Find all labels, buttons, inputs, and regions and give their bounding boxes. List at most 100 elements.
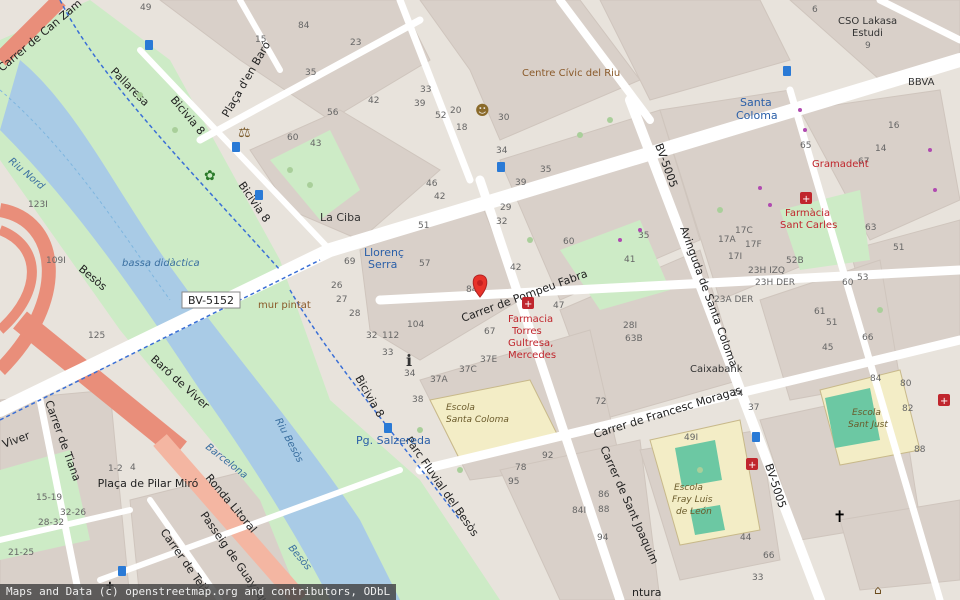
house-number: 14 xyxy=(875,144,887,154)
svg-text:+: + xyxy=(940,396,948,407)
house-number: 29 xyxy=(500,203,512,213)
house-number: 51 xyxy=(826,318,837,328)
house-number: 42 xyxy=(510,263,521,273)
house-number: 60 xyxy=(842,278,854,288)
paw-icon[interactable]: ✿ xyxy=(204,168,216,184)
house-number: 88 xyxy=(598,505,610,515)
house-number: 26 xyxy=(331,281,343,291)
house-number: 27 xyxy=(336,295,347,305)
house-number: 16 xyxy=(888,121,900,131)
house-number: 86 xyxy=(598,490,610,500)
poi-label: Sant Carles xyxy=(780,220,837,231)
school-label: Santa Coloma xyxy=(446,415,509,425)
house-number: 82 xyxy=(902,404,913,414)
house-number: 32 xyxy=(496,217,507,227)
house-number: 20 xyxy=(450,106,462,116)
pharmacy-icon[interactable]: + xyxy=(800,192,812,205)
house-number: 23A DER xyxy=(714,295,753,305)
house-number: 38 xyxy=(412,395,424,405)
house-number: 109I xyxy=(46,256,66,266)
pharmacy-icon[interactable]: + xyxy=(522,297,534,310)
school-label: Fray Luis xyxy=(672,495,713,505)
house-number: 17C xyxy=(735,226,753,236)
map-canvas[interactable]: 49158423355642 3933604352 2018303439354642… xyxy=(0,0,960,600)
house-number: 63 xyxy=(865,223,876,233)
house-number: 46 xyxy=(426,179,438,189)
house-number: 60 xyxy=(563,237,575,247)
house-number: 4 xyxy=(130,463,136,473)
house-number: 49I xyxy=(684,433,698,443)
house-number: 33 xyxy=(382,348,393,358)
house-number: 60 xyxy=(287,133,299,143)
house-number: 44 xyxy=(740,533,752,543)
house-number: 35 xyxy=(305,68,316,78)
house-number: 84I xyxy=(572,506,586,516)
bank-icon[interactable]: ⌂ xyxy=(874,583,882,597)
house-number: 23 xyxy=(350,38,361,48)
house-number: 65 xyxy=(800,141,811,151)
poi-label: Caixabank xyxy=(690,364,743,375)
school-label: Escola xyxy=(674,483,703,493)
house-number: 33 xyxy=(752,573,763,583)
house-number: 56 xyxy=(327,108,339,118)
road-ref-label: BV-5152 xyxy=(188,294,234,307)
house-number: 18 xyxy=(456,123,468,133)
house-number: 28 xyxy=(349,309,361,319)
house-number: 47 xyxy=(553,301,564,311)
house-number: 28-32 xyxy=(38,518,64,528)
house-number: 23H DER xyxy=(755,278,795,288)
poi-label: BBVA xyxy=(908,77,935,88)
info-icon[interactable]: i xyxy=(406,351,412,370)
house-number: 88 xyxy=(914,445,926,455)
street-label: Plaça de Pilar Miró xyxy=(98,477,199,490)
house-number: 51 xyxy=(418,221,429,231)
school-label: Sant Just xyxy=(848,420,888,430)
house-number: 72 xyxy=(595,397,606,407)
house-number: 37C xyxy=(459,365,477,375)
svg-text:+: + xyxy=(524,299,532,310)
poi-label: Torres xyxy=(511,326,542,337)
house-number: 21-25 xyxy=(8,548,34,558)
house-number: 94 xyxy=(597,533,609,543)
house-number: 17F xyxy=(745,240,762,250)
pharmacy-icon[interactable]: + xyxy=(938,394,950,407)
house-number: 95 xyxy=(508,477,519,487)
house-number: 34 xyxy=(496,146,508,156)
house-number: 37 xyxy=(748,403,759,413)
house-number: 17I xyxy=(728,252,742,262)
house-number: 37E xyxy=(480,355,497,365)
transit-label: Coloma xyxy=(736,109,778,122)
house-number: 66 xyxy=(862,333,874,343)
poi-label: CSO Lakasa xyxy=(838,16,897,27)
poi-label: Farmàcia xyxy=(785,207,830,219)
school-label: Escola xyxy=(446,403,475,413)
poi-label: mur pintat xyxy=(258,300,311,311)
house-number: 6 xyxy=(812,5,818,15)
church-icon[interactable]: ✝ xyxy=(833,507,846,526)
poi-label: La Ciba xyxy=(320,211,361,224)
house-number: 17A xyxy=(718,235,736,245)
svg-text:+: + xyxy=(802,194,810,205)
svg-text:+: + xyxy=(748,460,756,471)
house-number: 35 xyxy=(638,231,649,241)
house-number: 69 xyxy=(344,257,356,267)
house-number: 9 xyxy=(865,41,871,51)
poi-label: Estudi xyxy=(852,28,883,39)
house-number: 34 xyxy=(404,369,416,379)
pharmacy-icon[interactable]: + xyxy=(746,458,758,471)
poi-label: Centre Cívic del Riu xyxy=(522,67,620,79)
water-label: bassa didàctica xyxy=(122,257,200,269)
poi-label: Mercedes xyxy=(508,350,556,361)
theatre-icon[interactable]: ☻ xyxy=(475,103,490,119)
house-number: 15-19 xyxy=(36,493,62,503)
house-number: 112 xyxy=(382,331,399,341)
house-number: 32-26 xyxy=(60,508,86,518)
house-number: 53 xyxy=(857,273,868,283)
house-number: 37A xyxy=(430,375,448,385)
house-number: 84 xyxy=(870,374,882,384)
house-number: 42 xyxy=(368,96,379,106)
justice-icon[interactable]: ⚖ xyxy=(238,125,251,141)
house-number: 35 xyxy=(540,165,551,175)
school-label: de León xyxy=(676,506,712,517)
house-number: 23H IZQ xyxy=(748,266,785,276)
